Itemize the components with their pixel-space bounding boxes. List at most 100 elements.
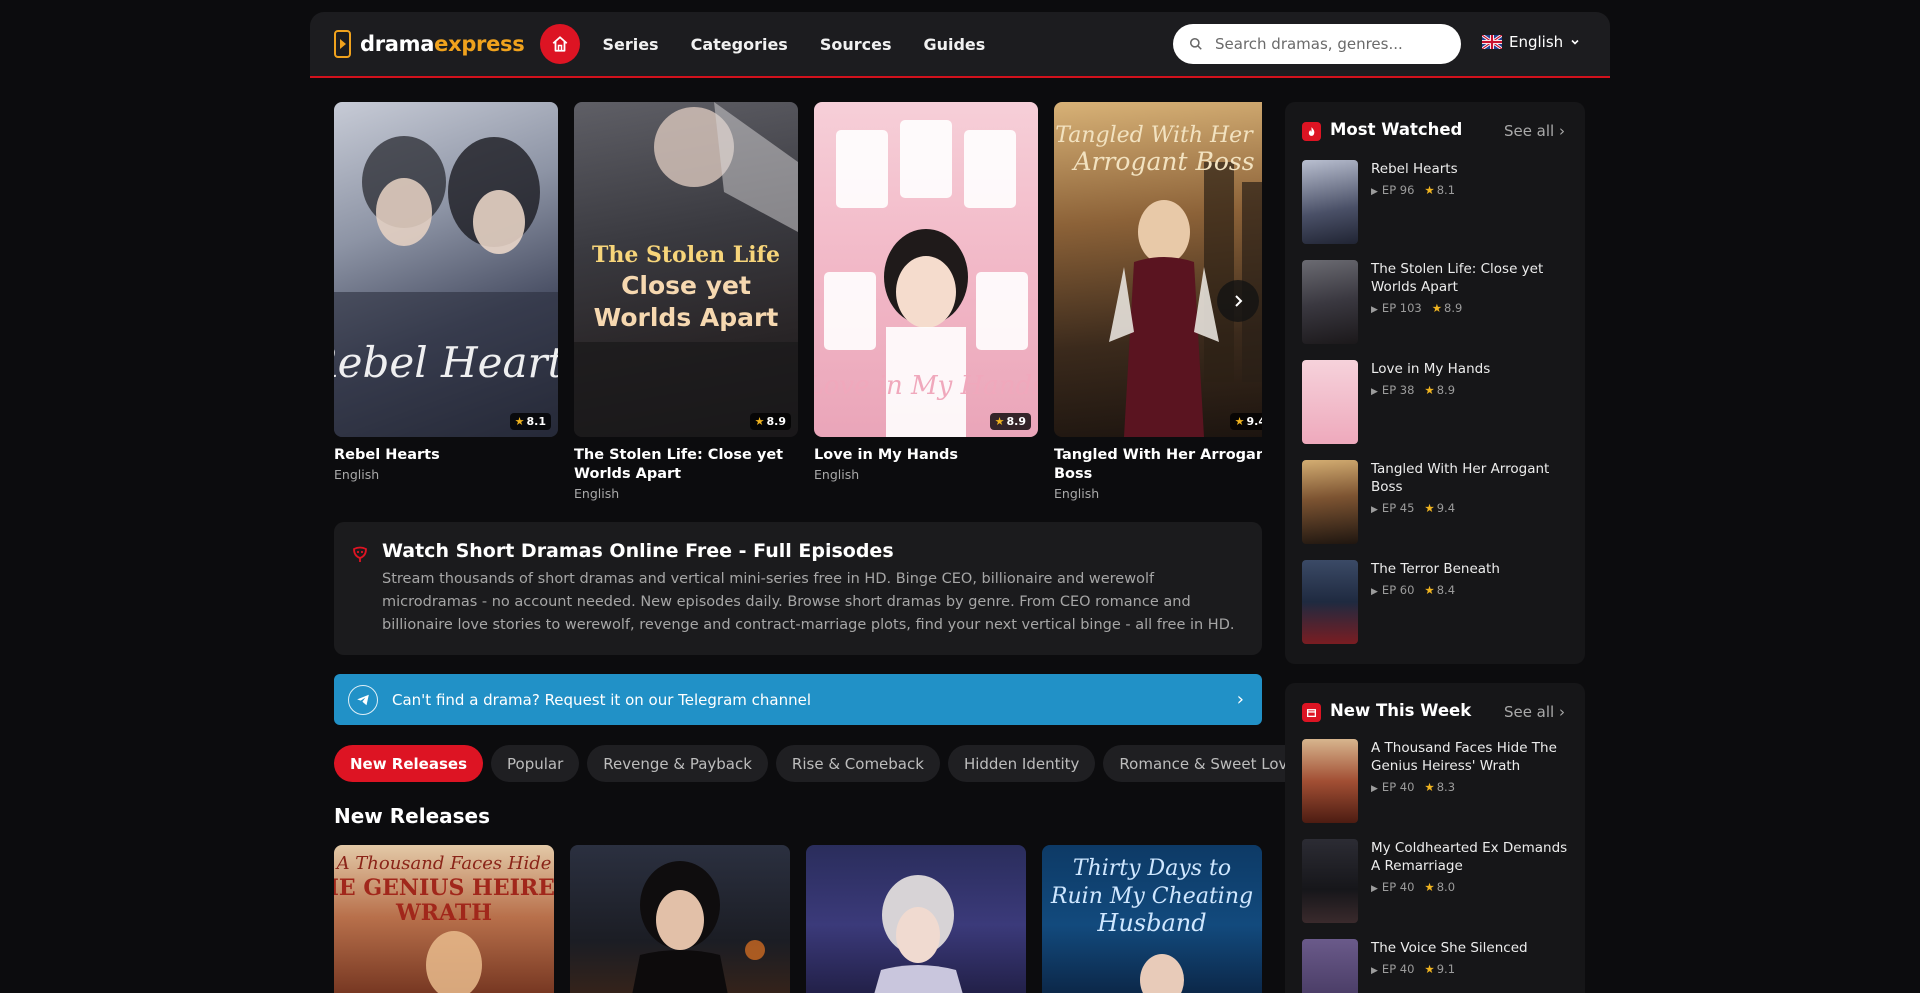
logo-play-icon: [334, 30, 351, 58]
chip-new-releases[interactable]: New Releases: [334, 745, 483, 782]
list-thumbnail[interactable]: [1302, 360, 1358, 444]
release-card[interactable]: Thirty Days to Ruin My Cheating Husband: [1042, 845, 1262, 993]
list-item-title[interactable]: The Terror Beneath: [1371, 561, 1500, 577]
list-item-title[interactable]: A Thousand Faces Hide The Genius Heiress…: [1371, 740, 1557, 774]
list-thumbnail[interactable]: [1302, 739, 1358, 823]
rating-value: 8.9: [1006, 415, 1027, 428]
new-releases-grid: A Thousand Faces Hide THE GENIUS HEIRESS…: [334, 845, 1262, 993]
episode-count: EP 40: [1381, 962, 1415, 976]
list-thumbnail[interactable]: [1302, 839, 1358, 923]
chip-hidden-identity[interactable]: Hidden Identity: [947, 745, 1096, 782]
nav-guides[interactable]: Guides: [923, 35, 985, 54]
telegram-text: Can't find a drama? Request it on our Te…: [392, 690, 812, 709]
list-item[interactable]: Love in My Hands ▶ EP 38 ★ 8.9: [1302, 360, 1572, 446]
chevron-right-icon: ›: [1236, 689, 1244, 710]
list-item[interactable]: My Coldhearted Ex Demands A Remarriage ▶…: [1302, 839, 1572, 925]
list-thumbnail[interactable]: [1302, 260, 1358, 344]
featured-title[interactable]: The Stolen Life: Close yet Worlds Apart: [574, 446, 798, 484]
search-box: [1173, 24, 1461, 64]
rating-badge: ★ 8.9: [989, 413, 1031, 430]
release-card[interactable]: [570, 845, 790, 993]
nav-sources[interactable]: Sources: [820, 35, 892, 54]
chip-romance[interactable]: Romance & Sweet Love: [1103, 745, 1313, 782]
list-item-title[interactable]: The Stolen Life: Close yet Worlds Apart: [1371, 261, 1543, 295]
play-icon: ▶: [1371, 784, 1378, 794]
see-all-label: See all: [1503, 703, 1555, 721]
play-icon: ▶: [1371, 505, 1378, 515]
featured-poster[interactable]: Love in My Hands ★ 8.9: [814, 102, 1038, 437]
rating-value: 9.1: [1436, 962, 1456, 976]
featured-card[interactable]: Rebel Hearts ★8.1 Rebel Hearts English: [334, 102, 558, 482]
featured-title[interactable]: Love in My Hands: [814, 446, 1038, 465]
featured-title[interactable]: Tangled With Her Arrogant Boss: [1054, 446, 1262, 484]
poster-title-line: WRATH: [395, 900, 492, 926]
featured-poster[interactable]: Tangled With Her Arrogant Boss ★9.4: [1054, 102, 1262, 437]
chevron-right-icon: [1235, 295, 1243, 307]
nav-series[interactable]: Series: [602, 35, 658, 54]
list-item-title[interactable]: Love in My Hands: [1371, 361, 1490, 377]
home-button[interactable]: [540, 24, 581, 64]
chevron-down-icon: [1571, 39, 1579, 45]
featured-title[interactable]: Rebel Hearts: [334, 446, 558, 465]
poster-title-text: Rebel Hearts: [334, 338, 558, 387]
episode-count: EP 45: [1381, 501, 1415, 515]
rating-value: 8.3: [1436, 780, 1456, 794]
list-thumbnail[interactable]: [1302, 460, 1358, 544]
play-icon: ▶: [1371, 305, 1378, 315]
featured-language: English: [574, 486, 620, 501]
carousel-next-button[interactable]: [1217, 280, 1259, 322]
intro-text: Stream thousands of short dramas and ver…: [382, 571, 1235, 633]
list-item[interactable]: The Voice She Silenced ▶ EP 40 ★ 9.1: [1302, 939, 1572, 993]
rating-value: 8.4: [1436, 583, 1456, 597]
poster-art: Thirty Days to Ruin My Cheating Husband: [1050, 856, 1253, 993]
telegram-banner[interactable]: Can't find a drama? Request it on our Te…: [334, 674, 1262, 725]
featured-card[interactable]: Love in My Hands ★ 8.9 Love in My Hands E…: [814, 102, 1038, 482]
rating-value: 8.9: [1444, 301, 1463, 315]
poster-title-line: Thirty Days to: [1073, 856, 1231, 881]
featured-poster[interactable]: Rebel Hearts ★8.1: [334, 102, 558, 437]
list-thumbnail[interactable]: [1302, 939, 1358, 993]
poster-art: Tangled With Her Arrogant Boss: [1055, 123, 1262, 437]
play-icon: ▶: [1371, 587, 1378, 597]
poster-title-line: Close yet: [621, 271, 751, 300]
list-item-meta: ▶ EP 60 ★ 8.4: [1371, 581, 1571, 601]
list-thumbnail[interactable]: [1302, 160, 1358, 244]
new-releases-heading: New Releases: [334, 804, 490, 828]
star-icon: ★: [754, 415, 765, 428]
release-card[interactable]: [806, 845, 1026, 993]
poster-title-line: A Thousand Faces Hide: [335, 853, 552, 874]
list-thumbnail[interactable]: [1302, 560, 1358, 644]
site-logo[interactable]: dramaexpress: [334, 29, 525, 59]
chip-popular[interactable]: Popular: [491, 745, 580, 782]
main-nav: Series Categories Sources Guides: [602, 35, 1017, 54]
list-item[interactable]: Rebel Hearts ▶ EP 96 ★ 8.1: [1302, 160, 1572, 246]
language-label: English: [1509, 33, 1564, 51]
uk-flag-icon: [1482, 35, 1502, 49]
language-selector[interactable]: English: [1482, 33, 1580, 51]
search-input[interactable]: [1215, 35, 1445, 53]
list-item-title[interactable]: The Voice She Silenced: [1371, 940, 1528, 956]
see-all-link[interactable]: See all ›: [1504, 122, 1565, 140]
list-item-title[interactable]: Rebel Hearts: [1371, 161, 1458, 177]
see-all-link[interactable]: See all ›: [1504, 703, 1565, 721]
list-item-meta: ▶ EP 38 ★ 8.9: [1371, 381, 1571, 401]
poster-title-line: Husband: [1096, 909, 1206, 937]
list-item[interactable]: The Stolen Life: Close yet Worlds Apart …: [1302, 260, 1572, 346]
list-item-title[interactable]: My Coldhearted Ex Demands A Remarriage: [1371, 840, 1567, 874]
episode-count: EP 40: [1381, 780, 1415, 794]
rating-value: 8.9: [766, 415, 787, 428]
list-item-title[interactable]: Tangled With Her Arrogant Boss: [1371, 461, 1549, 495]
list-item[interactable]: Tangled With Her Arrogant Boss ▶ EP 45 ★ 9.…: [1302, 460, 1572, 546]
featured-poster[interactable]: The Stolen Life Close yet Worlds Apart ★…: [574, 102, 798, 437]
chip-rise-comeback[interactable]: Rise & Comeback: [775, 745, 940, 782]
list-item[interactable]: A Thousand Faces Hide The Genius Heiress…: [1302, 739, 1572, 825]
release-card[interactable]: A Thousand Faces Hide THE GENIUS HEIRESS…: [334, 845, 554, 993]
list-item[interactable]: The Terror Beneath ▶ EP 60 ★ 8.4: [1302, 560, 1572, 646]
featured-card[interactable]: The Stolen Life Close yet Worlds Apart ★…: [574, 102, 798, 501]
intro-box: Watch Short Dramas Online Free - Full Ep…: [334, 522, 1262, 655]
poster-art: [632, 861, 765, 993]
nav-categories[interactable]: Categories: [691, 35, 788, 54]
episode-count: EP 96: [1381, 183, 1415, 197]
chip-revenge[interactable]: Revenge & Payback: [587, 745, 768, 782]
episode-count: EP 38: [1381, 383, 1415, 397]
